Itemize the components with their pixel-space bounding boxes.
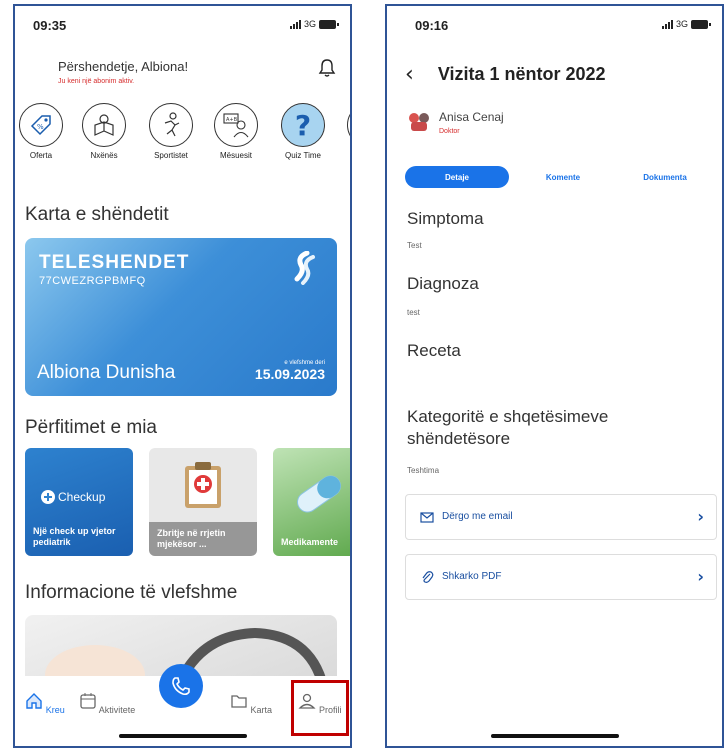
categories-value: Teshtima <box>407 466 440 475</box>
benefit-title: Një check up vjetor pediatrik <box>33 526 116 547</box>
valid-date: 15.09.2023 <box>254 366 325 382</box>
category-sportistet[interactable]: Sportistet <box>143 103 199 160</box>
status-time: 09:16 <box>415 18 449 33</box>
tab-komente[interactable]: Komente <box>529 166 597 188</box>
back-arrow-icon[interactable]: ‹ <box>405 62 414 87</box>
folder-icon <box>231 695 247 708</box>
tab-label: Karta <box>250 705 273 715</box>
greeting-text: Përshendetje, Albiona! <box>58 59 189 74</box>
athlete-icon <box>149 103 193 147</box>
page-title: Vizita 1 nëntor 2022 <box>437 64 606 84</box>
benefit-title: Zbritje në rrjetin mjekësor ... <box>149 522 257 556</box>
network-label: 3G <box>303 19 316 29</box>
benefits-title: Përfitimet e mia <box>25 417 157 438</box>
prescription-label: Receta <box>407 341 461 360</box>
calendar-icon <box>80 693 96 709</box>
tab-aktivitete[interactable]: Aktivitete <box>77 692 137 715</box>
category-quiz-time[interactable]: ? Quiz Time <box>275 103 331 160</box>
profile-highlight-box <box>291 680 349 736</box>
symptoms-label: Simptoma <box>407 209 484 228</box>
teacher-icon: A+B <box>214 103 258 147</box>
svg-text:%: % <box>37 123 44 131</box>
tab-detaje[interactable]: Detaje <box>405 166 509 188</box>
download-pdf-button[interactable]: Shkarko PDF › <box>405 554 717 600</box>
plus-circle-icon <box>41 490 55 504</box>
status-time: 09:35 <box>33 18 67 33</box>
health-card-title: Karta e shëndetit <box>25 204 169 225</box>
category-label: Sportistet <box>154 151 188 160</box>
segmented-control: Detaje Komente Dokumenta <box>405 166 712 188</box>
call-button[interactable] <box>159 664 203 708</box>
battery-icon <box>319 19 339 29</box>
benefit-medicine[interactable]: Medikamente <box>273 448 350 556</box>
status-bar: 09:16 3G <box>387 16 722 36</box>
category-label: Nxënës <box>90 151 118 160</box>
action-label: Shkarko PDF <box>442 571 502 582</box>
chevron-right-icon: › <box>697 567 704 586</box>
benefit-title: Medikamente <box>281 537 339 547</box>
home-indicator <box>490 734 619 738</box>
category-more[interactable] <box>341 103 350 147</box>
send-email-button[interactable]: Dërgo me email › <box>405 494 717 540</box>
home-screen: 09:35 3G Përshendetje, Albiona! Ju keni … <box>13 4 352 748</box>
svg-text:A+B: A+B <box>226 117 238 123</box>
diagnosis-value: test <box>407 308 420 317</box>
checkup-badge: Checkup <box>41 490 105 504</box>
home-indicator <box>118 734 247 738</box>
phone-icon <box>172 677 190 696</box>
tab-karta[interactable]: Karta <box>221 692 281 715</box>
diagnosis-label: Diagnoza <box>407 274 479 293</box>
paperclip-icon <box>422 571 434 583</box>
health-card[interactable]: TELESHENDET 77CWEZRGPBMFQ Albiona Dunish… <box>25 238 337 396</box>
chevron-right-icon: › <box>697 507 704 526</box>
discount-tag-icon: % <box>19 103 63 147</box>
battery-icon <box>691 19 711 29</box>
card-code: 77CWEZRGPBMFQ <box>39 275 146 287</box>
partial-category-icon <box>347 103 350 147</box>
benefit-checkup[interactable]: Checkup Një check up vjetor pediatrik <box>25 448 133 556</box>
mail-icon <box>420 512 434 523</box>
capsule-icon <box>297 475 341 513</box>
doctor-avatar <box>409 113 429 131</box>
question-mark-icon: ? <box>281 103 325 147</box>
category-mesuesit[interactable]: A+B Mësuesit <box>208 103 264 160</box>
signal-icon <box>289 19 301 29</box>
status-bar: 09:35 3G <box>15 16 350 36</box>
header: ‹ Vizita 1 nëntor 2022 <box>405 62 606 87</box>
category-oferta[interactable]: % Oferta <box>15 103 69 160</box>
action-label: Dërgo me email <box>442 511 513 522</box>
tab-label: Aktivitete <box>98 705 136 715</box>
info-title: Informacione të vlefshme <box>25 582 238 603</box>
network-label: 3G <box>675 19 688 29</box>
tab-label: Kreu <box>45 705 65 715</box>
categories-label: Kategoritë e shqetësimeve shëndetësore <box>407 407 609 448</box>
brand-logo-icon <box>294 251 315 285</box>
card-brand: TELESHENDET <box>39 252 190 273</box>
benefit-discount[interactable]: Zbritje në rrjetin mjekësor ... <box>149 448 257 556</box>
category-label: Quiz Time <box>284 151 321 160</box>
category-label: Oferta <box>29 151 53 160</box>
status-indicators: 3G <box>289 19 339 29</box>
category-carousel: % Oferta Nxënës Sportistet A+B Mësuesit … <box>15 103 350 163</box>
signal-icon <box>661 19 673 29</box>
visit-detail-screen: 09:16 3G ‹ Vizita 1 nëntor 2022 Anisa Ce… <box>385 4 724 748</box>
tab-dokumenta[interactable]: Dokumenta <box>625 166 705 188</box>
medical-clipboard-icon <box>185 462 221 508</box>
category-nxenes[interactable]: Nxënës <box>76 103 132 160</box>
card-holder: Albiona Dunisha <box>37 362 176 383</box>
symptoms-value: Test <box>407 241 422 250</box>
home-icon <box>26 693 42 709</box>
student-reading-icon <box>82 103 126 147</box>
category-label: Mësuesit <box>219 151 252 160</box>
bell-icon[interactable] <box>318 58 336 78</box>
doctor-name: Anisa Cenaj <box>439 110 504 124</box>
checkup-label: Checkup <box>58 490 106 504</box>
tab-kreu[interactable]: Kreu <box>15 692 75 715</box>
doctor-role: Doktor <box>439 128 460 135</box>
status-indicators: 3G <box>661 19 711 29</box>
subscription-note: Ju keni një abonim aktiv. <box>58 78 135 85</box>
